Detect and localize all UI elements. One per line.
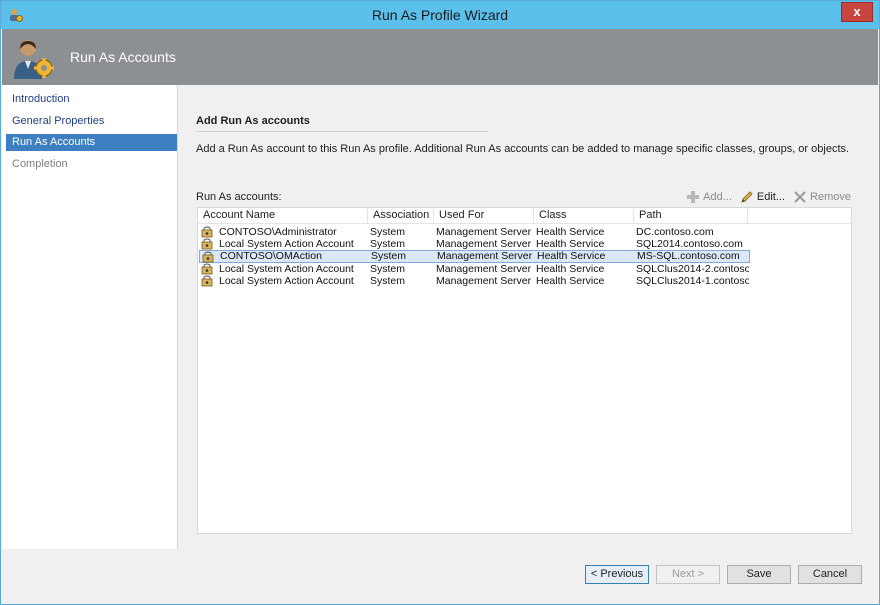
page-title: Run As Accounts [70, 49, 176, 65]
add-label: Add... [703, 191, 732, 203]
account-icon [201, 263, 213, 275]
cell-association: System [371, 251, 407, 262]
account-icon [201, 226, 213, 238]
cell-class: Health Service [536, 263, 605, 275]
next-button: Next > [656, 565, 720, 584]
section-description: Add a Run As account to this Run As prof… [196, 143, 850, 155]
content-panel: Add Run As accounts Add a Run As account… [179, 85, 878, 549]
wizard-window: Run As Profile Wizard x Run As Accounts … [0, 0, 880, 605]
header-banner: Run As Accounts [2, 29, 878, 85]
column-association[interactable]: Association [368, 208, 434, 224]
cell-used-for: Management Server [436, 238, 532, 250]
nav-item-introduction[interactable]: Introduction [6, 91, 177, 108]
user-gear-icon [14, 40, 54, 79]
nav-item-run-as-accounts[interactable]: Run As Accounts [6, 134, 177, 151]
cell-path: SQL2014.contoso.com [636, 238, 743, 250]
cell-association: System [370, 238, 406, 250]
table-row[interactable]: CONTOSO\Administrator System Management … [199, 226, 750, 238]
cell-path: SQLClus2014-2.contoso.c [636, 263, 749, 275]
heading-divider [196, 131, 488, 132]
cell-association: System [370, 226, 406, 238]
cell-association: System [370, 263, 406, 275]
list-toolbar: Add... Edit... Remove [686, 189, 851, 205]
cell-path: SQLClus2014-1.contoso.c [636, 275, 749, 287]
cell-path: DC.contoso.com [636, 226, 714, 238]
title-bar[interactable]: Run As Profile Wizard x [1, 1, 879, 29]
plus-icon [687, 191, 700, 203]
run-as-accounts-list[interactable]: Account Name Association Used For Class … [197, 207, 852, 534]
list-header: Account Name Association Used For Class … [198, 208, 851, 224]
nav-item-general-properties[interactable]: General Properties [6, 113, 177, 130]
cell-used-for: Management Server [436, 275, 532, 287]
table-row[interactable]: Local System Action Account System Manag… [199, 275, 750, 287]
cell-account: Local System Action Account [219, 238, 354, 250]
cell-class: Health Service [536, 238, 605, 250]
account-icon [201, 238, 213, 250]
remove-button[interactable]: Remove [793, 190, 851, 204]
section-heading: Add Run As accounts [196, 115, 310, 127]
list-label: Run As accounts: [196, 191, 282, 203]
cell-class: Health Service [537, 251, 606, 262]
account-icon [202, 251, 214, 263]
cell-path: MS-SQL.contoso.com [637, 251, 740, 262]
pencil-icon [741, 191, 753, 203]
table-row-selected[interactable]: CONTOSO\OMAction System Management Serve… [199, 250, 750, 263]
cell-used-for: Management Server [437, 251, 533, 262]
cell-account: Local System Action Account [219, 263, 354, 275]
account-icon [201, 275, 213, 287]
cell-account: CONTOSO\Administrator [219, 226, 337, 238]
previous-button[interactable]: < Previous [585, 565, 649, 584]
cell-class: Health Service [536, 275, 605, 287]
cell-association: System [370, 275, 406, 287]
wizard-nav: Introduction General Properties Run As A… [2, 85, 178, 549]
nav-item-completion: Completion [12, 158, 68, 170]
table-row[interactable]: Local System Action Account System Manag… [199, 263, 750, 275]
column-used-for[interactable]: Used For [434, 208, 534, 224]
remove-x-icon [794, 191, 806, 203]
edit-label: Edit... [756, 191, 786, 203]
table-row[interactable]: Local System Action Account System Manag… [199, 238, 750, 250]
close-button[interactable]: x [841, 2, 873, 22]
column-path[interactable]: Path [634, 208, 748, 224]
cell-used-for: Management Server [436, 226, 532, 238]
cell-used-for: Management Server [436, 263, 532, 275]
edit-button[interactable]: Edit... [740, 190, 785, 204]
column-class[interactable]: Class [534, 208, 634, 224]
cell-account: Local System Action Account [219, 275, 354, 287]
window-title: Run As Profile Wizard [371, 7, 509, 23]
column-account-name[interactable]: Account Name [198, 208, 368, 224]
cell-account: CONTOSO\OMAction [220, 251, 322, 262]
cell-class: Health Service [536, 226, 605, 238]
cancel-button[interactable]: Cancel [798, 565, 862, 584]
remove-label: Remove [810, 191, 851, 203]
add-button[interactable]: Add... [686, 190, 732, 204]
save-button[interactable]: Save [727, 565, 791, 584]
